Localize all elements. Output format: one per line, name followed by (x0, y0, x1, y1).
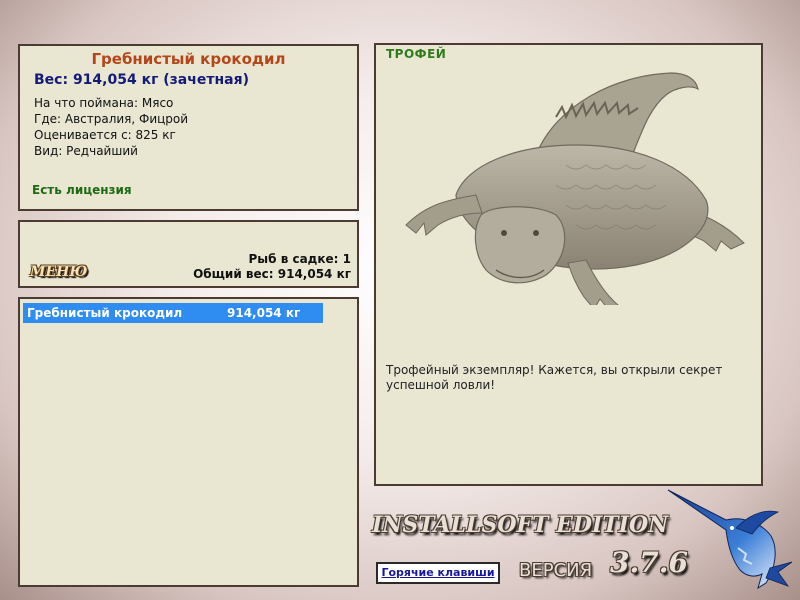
keepnet-count: Рыб в садке: 1 (248, 252, 352, 266)
trophy-panel: ТРОФЕЙ Трофейный экземпляр! Кажется, вы … (374, 43, 763, 486)
trophy-label: ТРОФЕЙ (386, 47, 447, 61)
location-info: Где: Австралия, Фицрой (34, 112, 189, 126)
license-status: Есть лицензия (32, 183, 132, 197)
trophy-description: Трофейный экземпляр! Кажется, вы открыли… (386, 363, 723, 392)
catch-list-panel: Гребнистый крокодил 914,054 кг (18, 297, 359, 587)
keepnet-panel: МЕНЮ Рыб в садке: 1 Общий вес: 914,054 к… (18, 220, 359, 288)
version-label: ВЕРСИЯ (519, 560, 593, 581)
edition-title: INSTALLSOFT EDITION (372, 512, 669, 538)
fish-name: Гребнистый крокодил (91, 50, 286, 68)
list-item-name: Гребнистый крокодил (27, 306, 183, 320)
list-item-weight: 914,054 кг (227, 306, 301, 320)
valued-from-info: Оценивается с: 825 кг (34, 128, 176, 142)
rarity-info: Вид: Редчайший (34, 144, 138, 158)
keepnet-total-weight: Общий вес: 914,054 кг (193, 267, 351, 281)
crocodile-image (405, 72, 745, 305)
fish-weight: Вес: 914,054 кг (зачетная) (34, 72, 249, 88)
menu-button[interactable]: МЕНЮ (30, 264, 87, 280)
hotkeys-button[interactable]: Горячие клавиши (376, 562, 500, 584)
bait-info: На что поймана: Мясо (34, 96, 174, 110)
marlin-logo-icon (667, 489, 793, 590)
fish-info-panel: Гребнистый крокодил Вес: 914,054 кг (зач… (18, 44, 359, 211)
list-item[interactable]: Гребнистый крокодил 914,054 кг (23, 303, 323, 323)
